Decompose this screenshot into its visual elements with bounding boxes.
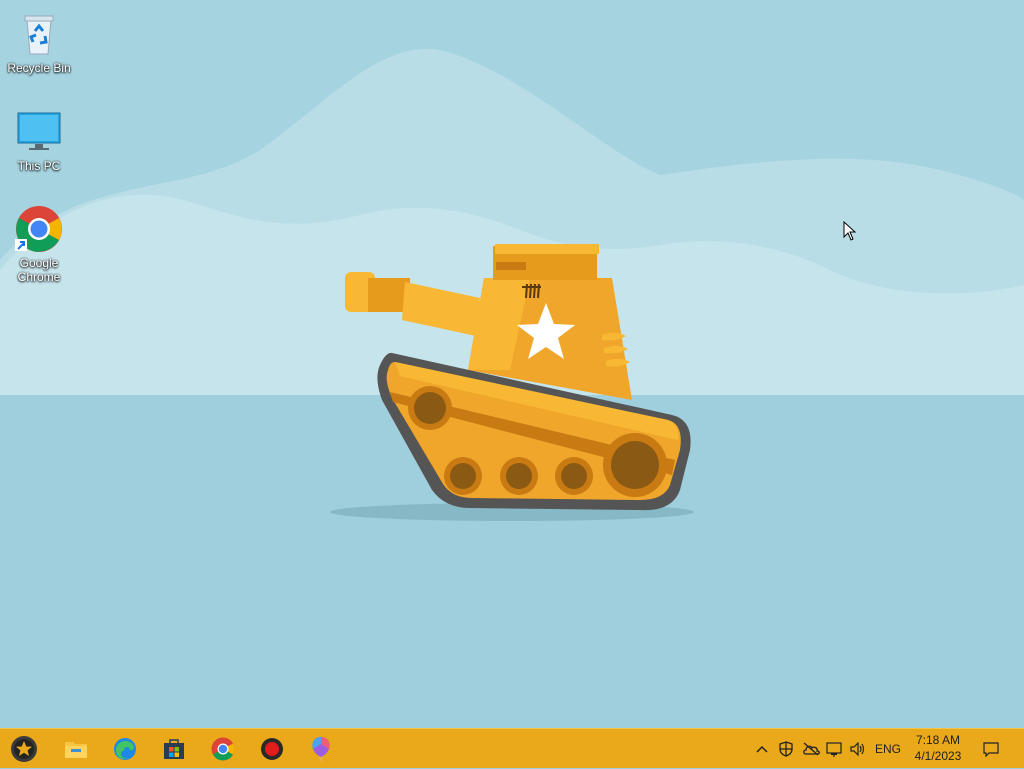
clock-time: 7:18 AM <box>915 733 961 747</box>
record-icon <box>261 738 283 760</box>
microsoft-store-icon <box>164 739 184 759</box>
tray-volume[interactable] <box>848 729 868 769</box>
taskbar-store[interactable] <box>150 729 198 769</box>
network-icon <box>826 742 842 757</box>
file-explorer-icon <box>65 742 87 758</box>
volume-icon <box>850 742 865 756</box>
start-button[interactable] <box>0 729 48 769</box>
taskbar-paint-app[interactable] <box>297 729 345 769</box>
desktop-icon-label: Recycle Bin <box>7 61 71 75</box>
clock[interactable]: 7:18 AM 4/1/2023 <box>906 732 970 764</box>
security-shield-icon <box>779 741 793 757</box>
desktop-icon-google-chrome[interactable]: Google Chrome <box>1 205 77 284</box>
start-star-icon <box>11 736 37 762</box>
monitor-icon <box>15 108 63 156</box>
notification-center-button[interactable] <box>976 729 1006 769</box>
edge-icon <box>114 738 136 760</box>
input-language-indicator[interactable]: ENG <box>870 729 906 769</box>
taskbar: ENG 7:18 AM 4/1/2023 <box>0 728 1024 768</box>
desktop-icon-recycle-bin[interactable]: Recycle Bin <box>1 10 77 75</box>
taskbar-chrome[interactable] <box>199 729 247 769</box>
mouse-pointer-icon <box>843 221 857 241</box>
desktop-icon-label: This PC <box>17 159 61 173</box>
tray-onedrive[interactable] <box>800 729 822 769</box>
taskbar-file-explorer[interactable] <box>52 729 100 769</box>
recycle-bin-icon <box>15 10 63 58</box>
tank-wallpaper <box>0 0 1024 728</box>
taskbar-edge[interactable] <box>101 729 149 769</box>
desktop-icon-label: Google Chrome <box>17 256 61 284</box>
onedrive-cloud-icon <box>803 742 820 756</box>
paint-balloon-icon <box>312 737 330 761</box>
tray-network[interactable] <box>824 729 846 769</box>
desktop-icon-this-pc[interactable]: This PC <box>1 108 77 173</box>
chrome-icon <box>211 737 235 761</box>
tray-security[interactable] <box>776 729 796 769</box>
desktop[interactable]: Recycle Bin This PC Google Chrome <box>0 0 1024 728</box>
notification-icon <box>983 741 999 757</box>
clock-date: 4/1/2023 <box>914 749 962 763</box>
chevron-up-icon <box>756 745 768 753</box>
chrome-icon <box>15 205 63 253</box>
taskbar-record-app[interactable] <box>248 729 296 769</box>
tray-show-hidden[interactable] <box>752 729 772 769</box>
